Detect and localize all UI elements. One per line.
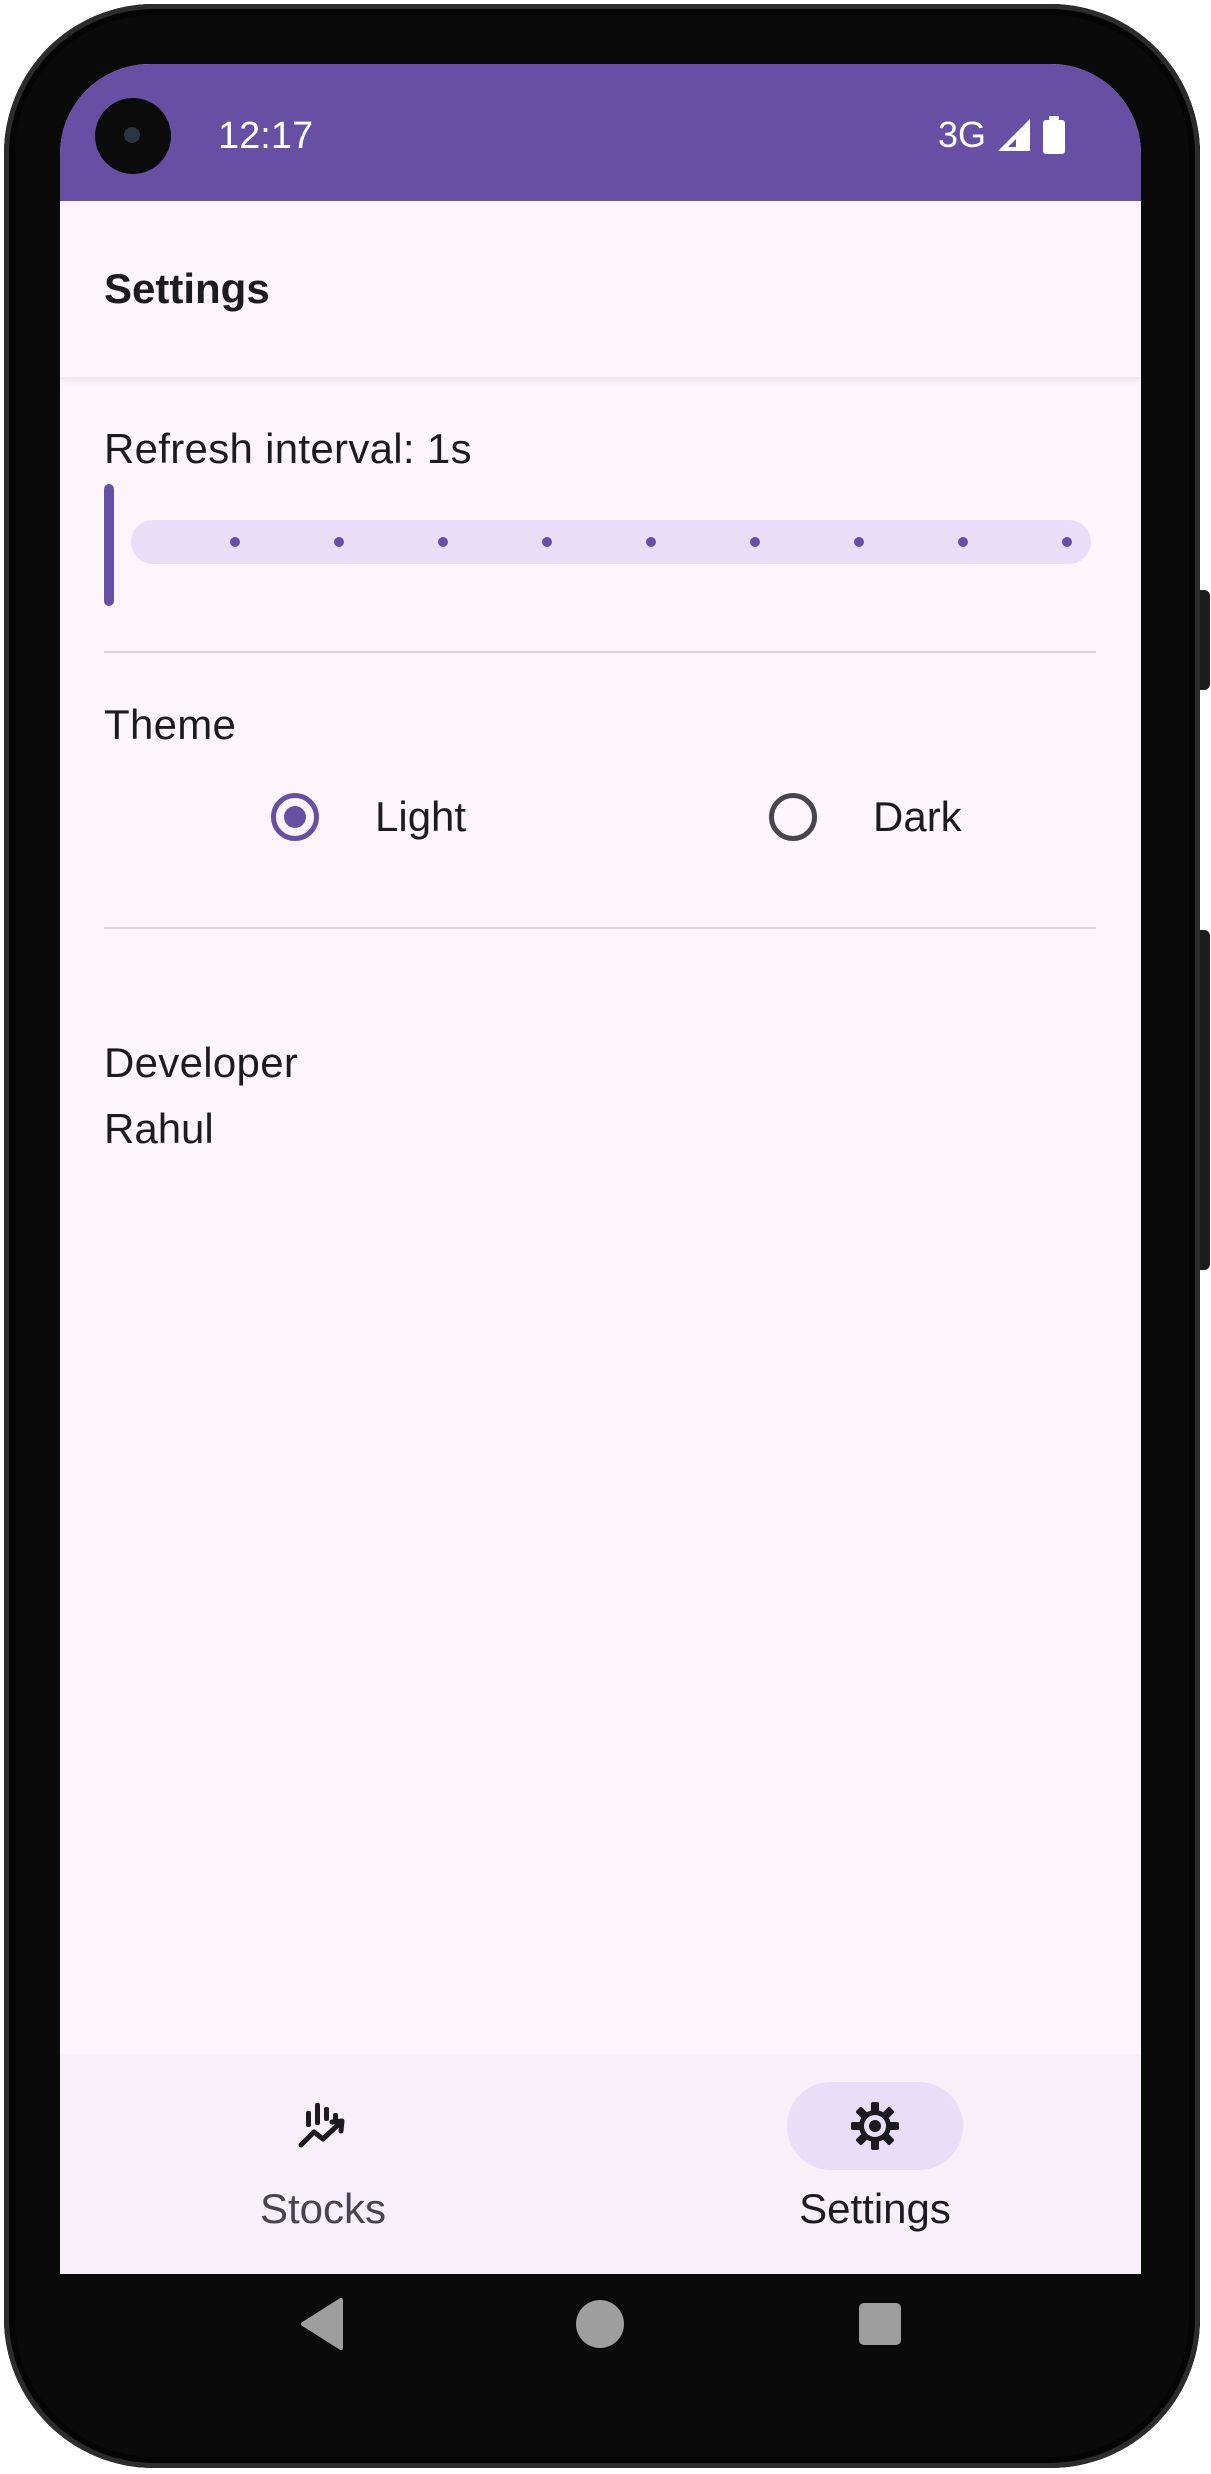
slider-tick xyxy=(334,537,344,547)
divider xyxy=(104,651,1096,653)
developer-name: Rahul xyxy=(104,1105,214,1152)
theme-light-radio[interactable] xyxy=(271,793,319,841)
divider xyxy=(104,927,1096,929)
network-type: 3G xyxy=(937,114,986,155)
theme-label: Theme xyxy=(104,701,237,748)
page-title: Settings xyxy=(104,265,270,312)
device-frame: 12:17 3G Settings Refresh interval: 1s T… xyxy=(0,0,1211,2474)
status-bar: 12:17 3G xyxy=(60,64,1141,201)
signal-icon xyxy=(998,119,1030,151)
slider-tick xyxy=(438,537,448,547)
refresh-interval-label: Refresh interval: 1s xyxy=(104,425,472,472)
refresh-slider-track[interactable] xyxy=(131,520,1091,564)
theme-dark-radio[interactable] xyxy=(769,793,817,841)
nav-label-settings: Settings xyxy=(799,2185,951,2232)
slider-tick xyxy=(1062,537,1072,547)
home-icon[interactable] xyxy=(570,2294,630,2354)
slider-tick xyxy=(230,537,240,547)
slider-tick xyxy=(542,537,552,547)
theme-light-label[interactable]: Light xyxy=(375,792,466,842)
theme-dark-label[interactable]: Dark xyxy=(873,792,962,842)
recents-icon[interactable] xyxy=(850,2294,910,2354)
bottom-navigation: Stocks Settings xyxy=(60,2054,1141,2274)
camera-cutout-icon xyxy=(95,98,171,174)
stocks-chart-icon xyxy=(298,2103,345,2148)
slider-tick xyxy=(854,537,864,547)
back-icon[interactable] xyxy=(293,2294,353,2354)
power-button xyxy=(1200,590,1210,690)
system-navigation-bar xyxy=(60,2274,1141,2404)
slider-tick xyxy=(958,537,968,547)
nav-label-stocks: Stocks xyxy=(259,2185,387,2232)
refresh-slider-thumb[interactable] xyxy=(104,484,114,606)
battery-icon xyxy=(1043,116,1065,154)
nav-item-settings[interactable]: Settings xyxy=(725,2054,1025,2274)
gear-icon xyxy=(851,2102,899,2150)
volume-button xyxy=(1200,930,1210,1270)
nav-item-stocks[interactable]: Stocks xyxy=(173,2054,473,2274)
slider-tick xyxy=(646,537,656,547)
top-app-bar: Settings xyxy=(60,201,1141,377)
status-time: 12:17 xyxy=(218,115,314,157)
screen: 12:17 3G Settings Refresh interval: 1s T… xyxy=(60,64,1141,2274)
status-icons: 3G xyxy=(938,112,1066,158)
slider-tick xyxy=(750,537,760,547)
developer-label: Developer xyxy=(104,1039,299,1086)
